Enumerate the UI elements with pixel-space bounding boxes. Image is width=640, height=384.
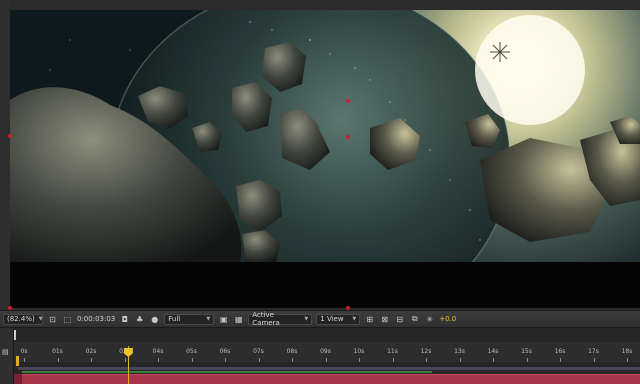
- snapshot-icon[interactable]: ◘: [119, 314, 130, 325]
- layer-bounds-handle-left[interactable]: [8, 134, 12, 138]
- time-ruler-label: 07s: [253, 348, 264, 355]
- viewer-pasteboard: [10, 262, 640, 308]
- timeline-panel[interactable]: ▤ 0s01s02s03s04s05s06s07s08s09s10s11s12s…: [0, 328, 640, 384]
- lens-flare-icon: [490, 42, 510, 62]
- time-ruler-label: 02s: [85, 348, 97, 355]
- chevron-down-icon: ▼: [206, 316, 211, 322]
- time-ruler-label: 0s: [20, 348, 28, 355]
- time-ruler-tick: [627, 358, 628, 362]
- resolution-dropdown[interactable]: Full ▼: [164, 313, 215, 325]
- time-ruler-tick: [325, 358, 327, 362]
- views-value: 1 View: [320, 315, 344, 323]
- camera-dropdown[interactable]: Active Camera ▼: [248, 311, 313, 327]
- time-ruler-label: 14s: [487, 348, 499, 355]
- time-ruler-tick: [593, 358, 595, 362]
- time-ruler-tick: [225, 358, 226, 362]
- time-ruler-label: 16s: [554, 348, 566, 355]
- time-ruler-label: 08s: [286, 348, 298, 355]
- magnification-value: (82.4%): [7, 315, 35, 323]
- time-ruler-label: 15s: [521, 348, 532, 355]
- viewer-gutter: [0, 0, 10, 310]
- time-ruler-tick: [191, 358, 193, 362]
- time-ruler-label: 10s: [353, 348, 365, 355]
- time-ruler-label: 18s: [621, 348, 633, 355]
- safe-zones-icon[interactable]: ⊡: [47, 314, 58, 325]
- composition-mini-flowchart-icon[interactable]: ▤: [2, 348, 12, 358]
- time-ruler-tick: [560, 358, 561, 362]
- anchor-point-handle[interactable]: [346, 135, 350, 139]
- composition-frame[interactable]: [10, 10, 640, 262]
- transparency-grid-icon[interactable]: ▦: [233, 314, 244, 325]
- color-channels-icon[interactable]: ●: [149, 314, 160, 325]
- time-ruler[interactable]: 0s01s02s03s04s05s06s07s08s09s10s11s12s13…: [14, 342, 640, 362]
- time-ruler-tick: [493, 358, 494, 362]
- grid-guides-icon[interactable]: ⊞: [364, 314, 375, 325]
- resolution-value: Full: [168, 315, 181, 323]
- exposure-value[interactable]: +0.0: [439, 315, 456, 323]
- time-ruler-tick: [258, 358, 260, 362]
- time-ruler-tick: [426, 358, 427, 362]
- chevron-down-icon: ▼: [304, 316, 309, 322]
- time-ruler-tick: [526, 358, 528, 362]
- time-ruler-tick: [392, 358, 394, 362]
- time-ruler-tick: [158, 358, 159, 362]
- camera-value: Active Camera: [252, 311, 280, 327]
- cached-frames-indicator: [22, 371, 432, 373]
- composition-viewer[interactable]: [0, 0, 640, 310]
- time-ruler-tick: [359, 358, 360, 362]
- time-ruler-tick: [124, 358, 126, 362]
- chevron-down-icon: ▼: [352, 316, 357, 322]
- magnification-dropdown[interactable]: (82.4%) ▼: [3, 313, 43, 325]
- work-area-start-marker[interactable]: [16, 356, 19, 366]
- timeline-toggle-icon[interactable]: ⊟: [394, 314, 405, 325]
- exposure-icon[interactable]: ✳: [424, 314, 435, 325]
- time-ruler-label: 06s: [219, 348, 231, 355]
- time-ruler-tick: [292, 358, 293, 362]
- show-snapshot-icon[interactable]: ♣: [134, 314, 145, 325]
- time-ruler-label: 13s: [454, 348, 465, 355]
- layer-duration-bar[interactable]: [22, 374, 640, 384]
- work-area-bar[interactable]: [18, 367, 640, 370]
- layer-duration-bar-start[interactable]: [14, 374, 22, 384]
- anchor-point-handle[interactable]: [346, 99, 350, 103]
- time-ruler-label: 09s: [320, 348, 331, 355]
- time-ruler-label: 05s: [186, 348, 197, 355]
- chevron-down-icon: ▼: [38, 316, 43, 322]
- time-ruler-label: 17s: [588, 348, 599, 355]
- time-navigator-start[interactable]: [14, 330, 22, 340]
- time-ruler-label: 12s: [420, 348, 432, 355]
- toggle-pixel-aspect-icon[interactable]: ⊠: [379, 314, 390, 325]
- time-ruler-tick: [24, 358, 25, 362]
- views-dropdown[interactable]: 1 View ▼: [316, 313, 361, 325]
- current-time-display[interactable]: 0:00:03:03: [77, 315, 115, 323]
- fast-previews-icon[interactable]: ▣: [218, 314, 229, 325]
- time-ruler-label: 11s: [387, 348, 398, 355]
- space-scene-image: [10, 10, 640, 262]
- time-ruler-label: 01s: [52, 348, 63, 355]
- region-of-interest-icon[interactable]: ⬚: [62, 314, 73, 325]
- time-ruler-tick: [91, 358, 92, 362]
- time-ruler-tick: [57, 358, 59, 362]
- time-ruler-label: 04s: [152, 348, 164, 355]
- flowchart-icon[interactable]: ⧉: [409, 314, 420, 325]
- viewer-toolbar: (82.4%) ▼ ⊡ ⬚ 0:00:03:03 ◘ ♣ ● Full ▼ ▣ …: [0, 310, 640, 328]
- time-ruler-tick: [459, 358, 461, 362]
